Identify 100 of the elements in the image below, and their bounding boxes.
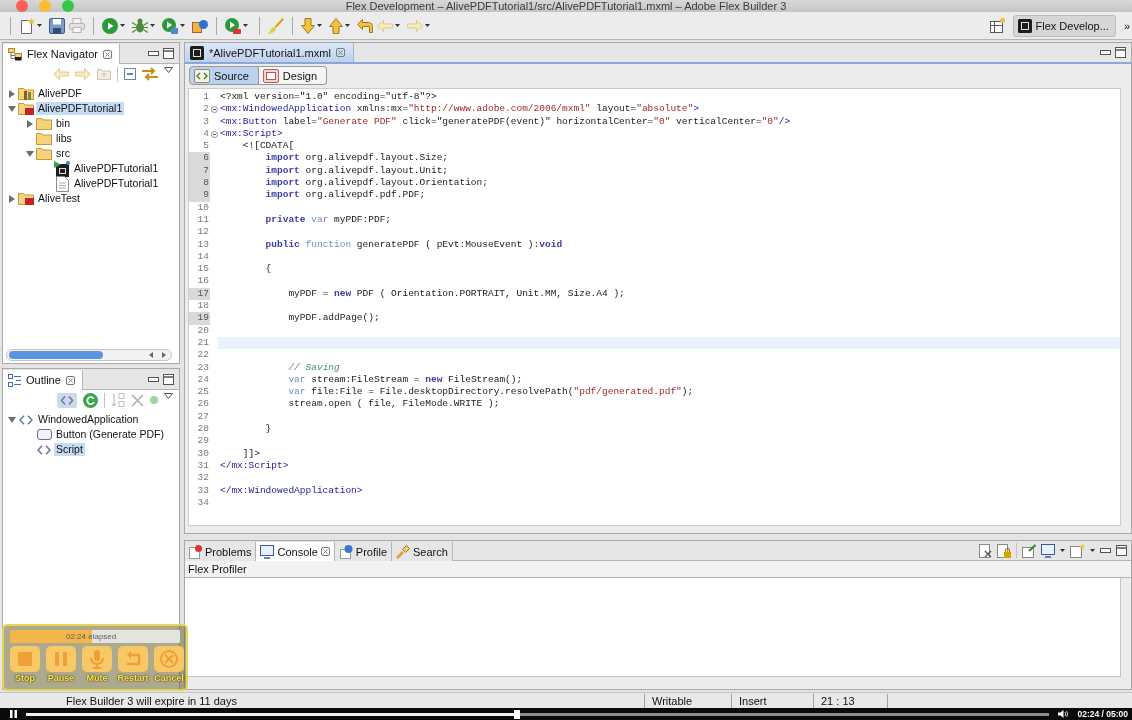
play-case-badge-icon[interactable]: [225, 17, 241, 34]
document-icon: [55, 175, 69, 192]
speaker-icon[interactable]: [1058, 710, 1069, 718]
caret-icon[interactable]: [425, 24, 430, 27]
maximize-icon[interactable]: [163, 373, 174, 385]
code-line: <?xml version="1.0" encoding="utf-8"?>: [220, 91, 437, 104]
perspective-button[interactable]: Flex Develop...: [1012, 14, 1116, 37]
minus-square-icon[interactable]: [124, 68, 136, 80]
maximize-icon[interactable]: [1115, 47, 1126, 58]
folder-tree-icon: [8, 47, 22, 61]
caret-icon[interactable]: [180, 24, 185, 27]
document-x-icon[interactable]: [979, 543, 992, 558]
disclosure-triangle-icon[interactable]: [7, 416, 16, 423]
disclosure-triangle-icon[interactable]: [7, 105, 16, 112]
folder-icon: [36, 132, 52, 145]
caret-icon[interactable]: [37, 24, 42, 27]
disclosure-triangle-icon[interactable]: [8, 194, 15, 203]
tree-item[interactable]: Button (Generate PDF): [54, 428, 166, 441]
new-file-icon[interactable]: [19, 17, 35, 34]
editor-tab[interactable]: *AlivePDFTutorial1.mxml: [185, 43, 354, 62]
view-tab[interactable]: Problems: [185, 542, 257, 561]
mode-tab[interactable]: Design: [258, 66, 328, 85]
minus-circle-icon[interactable]: [210, 130, 218, 138]
minimize-icon[interactable]: [148, 376, 159, 382]
minimize-icon[interactable]: [1100, 50, 1111, 55]
panel-tab[interactable]: Flex Navigator: [3, 44, 120, 64]
tree-item[interactable]: Script: [54, 443, 85, 456]
close-icon[interactable]: [65, 375, 75, 385]
view-tab[interactable]: Profile: [334, 542, 392, 561]
bug-icon[interactable]: [132, 17, 148, 34]
monitor-icon[interactable]: [1041, 543, 1055, 558]
layout-grid-icon[interactable]: [989, 18, 1005, 33]
two-way-arrows-icon[interactable]: [142, 67, 158, 81]
pause-icon[interactable]: [10, 710, 17, 718]
tree-item[interactable]: bin: [54, 117, 72, 130]
square-pen-icon[interactable]: [1022, 543, 1036, 558]
tree-item[interactable]: src: [54, 147, 72, 160]
close-icon[interactable]: [335, 48, 345, 57]
caret-icon[interactable]: [317, 24, 322, 27]
view-tab[interactable]: Search: [392, 542, 453, 561]
project-folder-icon: [18, 102, 34, 115]
mode-tab[interactable]: Source: [189, 66, 259, 85]
toolbar-overflow-button[interactable]: »: [1119, 19, 1130, 32]
circled-x-icon: [154, 646, 184, 672]
code-line: import org.alivepdf.layout.Unit;: [265, 164, 449, 178]
save-icon[interactable]: [49, 17, 65, 34]
panel-tab[interactable]: Outline: [3, 370, 83, 390]
tree-item[interactable]: AlivePDFTutorial1: [72, 177, 161, 190]
maximize-icon[interactable]: [163, 47, 174, 59]
return-arrow-icon[interactable]: [357, 18, 373, 33]
caret-icon[interactable]: [150, 24, 155, 27]
minimize-icon[interactable]: [1100, 548, 1111, 553]
angle-brackets-icon[interactable]: [57, 392, 77, 408]
code-line: private var myPDF:PDF;: [265, 213, 392, 227]
close-icon[interactable]: [102, 49, 112, 59]
disclosure-triangle-icon[interactable]: [26, 119, 33, 128]
tree-item[interactable]: AlivePDF: [36, 87, 84, 100]
horizontal-scrollbar[interactable]: [6, 349, 172, 361]
dot-icon[interactable]: [150, 396, 158, 404]
new-document-icon[interactable]: [1070, 543, 1085, 558]
disclosure-triangle-icon[interactable]: [25, 150, 34, 157]
line-number: 11: [196, 213, 210, 227]
document-lock-icon[interactable]: [997, 543, 1011, 558]
caret-icon[interactable]: [345, 24, 350, 27]
caret-icon[interactable]: [395, 24, 400, 27]
minimize-icon[interactable]: [148, 50, 159, 56]
disclosure-triangle-icon[interactable]: [8, 89, 15, 98]
square-circle-icon[interactable]: [192, 18, 208, 33]
line-number: 14: [196, 250, 210, 264]
tree-item[interactable]: AlivePDFTutorial1: [36, 102, 125, 115]
caret-icon[interactable]: [1090, 549, 1095, 552]
tree-item[interactable]: AlivePDFTutorial1: [72, 162, 161, 175]
play-square-badge-icon[interactable]: [162, 17, 178, 34]
view-tab[interactable]: Console: [256, 542, 335, 561]
minus-circle-icon[interactable]: [210, 105, 218, 113]
code-line: </mx:Script>: [220, 459, 289, 473]
document-badge-icon: [338, 544, 353, 559]
caret-icon[interactable]: [1060, 549, 1065, 552]
refresh-icon[interactable]: [83, 392, 98, 408]
play-circle-icon[interactable]: [102, 17, 118, 34]
seek-handle[interactable]: [514, 709, 521, 719]
line-number: 18: [196, 300, 210, 313]
maximize-icon[interactable]: [1116, 545, 1127, 556]
line-number: 12: [196, 226, 210, 239]
line-number: 13: [196, 238, 210, 251]
tree-item[interactable]: libs: [54, 132, 74, 145]
stop-icon: [10, 646, 40, 672]
view-menu-icon[interactable]: [164, 393, 173, 399]
view-menu-icon[interactable]: [164, 67, 173, 73]
line-number: 6: [189, 152, 210, 165]
seek-bar[interactable]: [26, 712, 1050, 716]
code-line: myPDF.addPage();: [288, 312, 380, 325]
list-icon: [8, 373, 21, 387]
caret-icon[interactable]: [243, 24, 248, 27]
caret-icon[interactable]: [120, 24, 125, 27]
tree-item[interactable]: WindowedApplication: [36, 413, 141, 426]
close-icon[interactable]: [320, 547, 330, 556]
tree-item[interactable]: AliveTest: [36, 192, 82, 205]
line-number: 32: [196, 472, 210, 485]
code-line: public function generatePDF ( pEvt:MouseEvent ):void: [265, 238, 563, 251]
